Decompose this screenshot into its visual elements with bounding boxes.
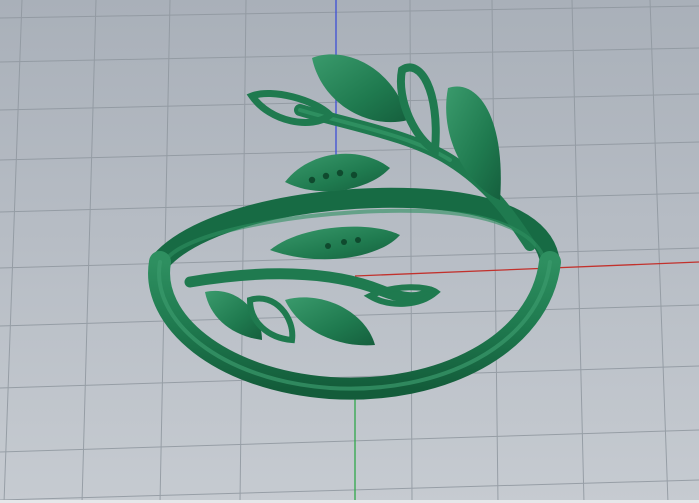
leaf-front-large [285, 297, 375, 346]
leaf-hole [325, 243, 331, 249]
leaf-open-left [246, 89, 336, 126]
leaf-hole [336, 169, 344, 177]
leaf-hole [308, 176, 316, 184]
leaf-middle-lower [270, 226, 400, 260]
leaf-hole [350, 171, 358, 179]
x-axis-line [354, 261, 699, 277]
leaf-hole [355, 237, 361, 243]
viewport-canvas[interactable] [0, 0, 699, 503]
leaf-hole [341, 239, 347, 245]
leaf-hole [322, 172, 330, 180]
perspective-viewport[interactable] [0, 0, 699, 503]
